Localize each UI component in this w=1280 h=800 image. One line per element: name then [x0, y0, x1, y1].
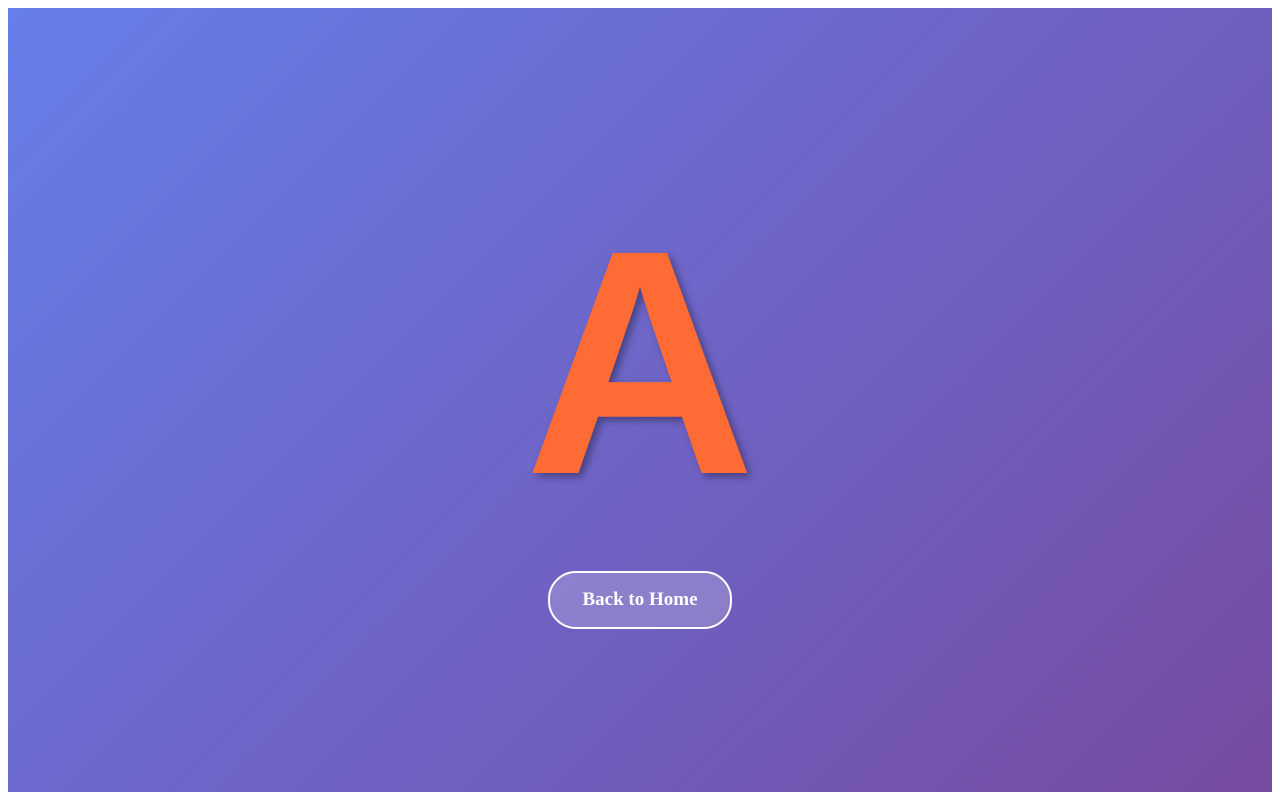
- back-to-home-button[interactable]: Back to Home: [548, 571, 732, 629]
- display-letter: A: [524, 183, 756, 541]
- page-background: A Back to Home: [8, 8, 1272, 792]
